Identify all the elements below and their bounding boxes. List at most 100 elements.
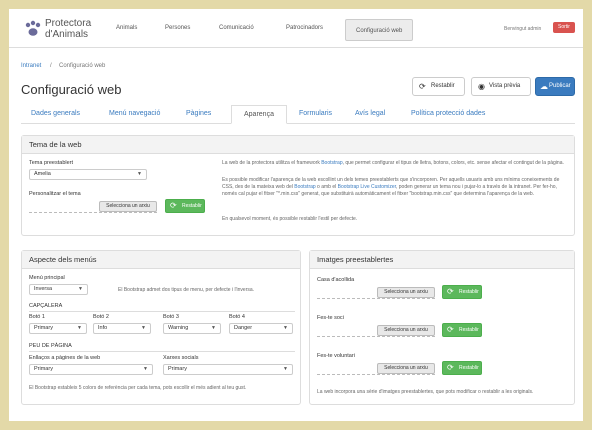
image-fes-te-soci-upload-button[interactable]: Selecciona un arxiu bbox=[377, 325, 435, 336]
refresh-icon: ⟳ bbox=[419, 82, 426, 91]
tab-dades-generals[interactable]: Dades generals bbox=[31, 110, 80, 117]
custom-theme-upload-button[interactable]: Selecciona un arxiu bbox=[99, 201, 157, 212]
vista-previa-button[interactable]: ◉ Vista prèvia bbox=[471, 77, 531, 96]
tab-formularis[interactable]: Formularis bbox=[299, 110, 332, 117]
eye-icon: ◉ bbox=[478, 82, 485, 91]
tab-aparenca[interactable]: Aparença bbox=[231, 105, 287, 124]
refresh-icon: ⟳ bbox=[447, 287, 454, 296]
chevron-down-icon: ▼ bbox=[283, 325, 288, 331]
button3-label: Botó 3 bbox=[163, 314, 179, 320]
theme-desc-1b: , que permet configurar el tipus de llet… bbox=[342, 160, 564, 166]
tab-menu-navegacio[interactable]: Menú navegació bbox=[109, 110, 160, 117]
image-casa-acollida-upload-button[interactable]: Selecciona un arxiu bbox=[377, 287, 435, 298]
nav-configuracio-web[interactable]: Configuració web bbox=[345, 19, 414, 41]
chevron-down-icon: ▼ bbox=[143, 366, 148, 372]
logo-text-line1: Protectora bbox=[45, 18, 92, 29]
header-section-title: CAPÇALERA bbox=[29, 303, 63, 309]
theme-description-3: En qualsevol moment, és possible restabl… bbox=[222, 216, 358, 222]
logout-button[interactable]: Sortir bbox=[553, 22, 575, 33]
button1-select[interactable]: Primary ▼ bbox=[29, 323, 87, 334]
button3-value: Warning bbox=[168, 325, 189, 331]
restablir-button[interactable]: ⟳ Restablir bbox=[412, 77, 465, 96]
refresh-icon: ⟳ bbox=[170, 201, 177, 210]
preset-theme-value: Amelia bbox=[34, 171, 51, 177]
theme-description-2: Es possible modificar l'aparença de la w… bbox=[222, 177, 568, 198]
preset-theme-select[interactable]: Amelia ▼ bbox=[29, 169, 147, 180]
vista-previa-label: Vista prèvia bbox=[489, 83, 521, 89]
breadcrumb-intranet[interactable]: Intranet bbox=[21, 63, 41, 69]
welcome-text: Benvingut admin bbox=[504, 26, 542, 32]
image-casa-acollida-file-input[interactable]: Selecciona un arxiu bbox=[317, 285, 435, 299]
image-fes-te-voluntari-reset-label: Restablir bbox=[459, 365, 479, 371]
button2-select[interactable]: Info ▼ bbox=[93, 323, 151, 334]
theme-reset-label: Restablir bbox=[182, 203, 202, 209]
footer-section-title: PEU DE PÀGINA bbox=[29, 343, 72, 349]
social-links-label: Xarxes socials bbox=[163, 355, 199, 361]
breadcrumb-separator: / bbox=[50, 63, 52, 69]
preset-theme-label: Tema preestablert bbox=[29, 160, 74, 166]
logo-text-line2: d'Animals bbox=[45, 29, 89, 40]
page-title: Configuració web bbox=[21, 82, 122, 97]
custom-theme-file-input[interactable]: Selecciona un arxiu bbox=[29, 199, 157, 213]
image-fes-te-voluntari-reset-button[interactable]: ⟳ Restablir bbox=[442, 361, 482, 375]
menus-panel: Aspecte dels menús Menú principal Invers… bbox=[21, 250, 301, 405]
button1-value: Primary bbox=[34, 325, 53, 331]
tab-politica-proteccio-dades[interactable]: Política protecció dades bbox=[411, 110, 485, 117]
button4-value: Danger bbox=[234, 325, 253, 331]
image-fes-te-soci-file-input[interactable]: Selecciona un arxiu bbox=[317, 323, 435, 337]
theme-desc-1a: La web de la protectora utilitza el fram… bbox=[222, 160, 322, 166]
theme-reset-button[interactable]: ⟳ Restablir bbox=[165, 199, 205, 213]
publicar-label: Publicar bbox=[549, 83, 571, 89]
restablir-button-label: Restablir bbox=[431, 83, 455, 89]
refresh-icon: ⟳ bbox=[447, 363, 454, 372]
image-casa-acollida-label: Casa d'acollida bbox=[317, 277, 355, 283]
images-help: La web incorpora una sèrie d'imatges pre… bbox=[317, 389, 534, 395]
nav-persones[interactable]: Persones bbox=[165, 25, 190, 31]
header-section-divider bbox=[29, 311, 295, 312]
footer-help: El Bootstrap estableix 5 colors de refer… bbox=[29, 385, 247, 391]
button2-label: Botó 2 bbox=[93, 314, 109, 320]
bootstrap-link-2[interactable]: Bootstrap bbox=[294, 184, 315, 190]
button3-select[interactable]: Warning ▼ bbox=[163, 323, 221, 334]
main-menu-help: El Bootstrap admet dos tipus de menu, pe… bbox=[118, 287, 255, 293]
image-fes-te-soci-reset-button[interactable]: ⟳ Restablir bbox=[442, 323, 482, 337]
cloud-upload-icon: ☁ bbox=[540, 82, 548, 91]
footer-links-value: Primary bbox=[34, 366, 53, 372]
tabs-divider bbox=[21, 123, 575, 124]
image-fes-te-voluntari-label: Fes-te voluntari bbox=[317, 353, 355, 359]
nav-comunicacio[interactable]: Comunicació bbox=[219, 25, 254, 31]
paw-logo-icon bbox=[25, 20, 41, 36]
social-links-select[interactable]: Primary ▼ bbox=[163, 364, 293, 375]
image-fes-te-voluntari-file-input[interactable]: Selecciona un arxiu bbox=[317, 361, 435, 375]
images-panel: Imatges preestablertes Casa d'acollida S… bbox=[309, 250, 575, 405]
app-window: Protectora d'Animals Animals Persones Co… bbox=[9, 9, 583, 421]
theme-panel: Tema de la web Tema preestablert Amelia … bbox=[21, 135, 575, 236]
image-fes-te-voluntari-upload-button[interactable]: Selecciona un arxiu bbox=[377, 363, 435, 374]
main-menu-select[interactable]: Inversa ▼ bbox=[29, 284, 88, 295]
theme-panel-title: Tema de la web bbox=[22, 136, 574, 154]
button4-select[interactable]: Danger ▼ bbox=[229, 323, 293, 334]
footer-section-divider bbox=[29, 351, 295, 352]
nav-animals[interactable]: Animals bbox=[116, 25, 137, 31]
button1-label: Botó 1 bbox=[29, 314, 45, 320]
footer-links-label: Enllaços a pàgines de la web bbox=[29, 355, 101, 361]
image-casa-acollida-reset-button[interactable]: ⟳ Restablir bbox=[442, 285, 482, 299]
chevron-down-icon: ▼ bbox=[141, 325, 146, 331]
tab-pagines[interactable]: Pàgines bbox=[186, 110, 211, 117]
button2-value: Info bbox=[98, 325, 108, 331]
top-navbar: Protectora d'Animals Animals Persones Co… bbox=[9, 9, 583, 48]
images-panel-title: Imatges preestablertes bbox=[310, 251, 574, 269]
chevron-down-icon: ▼ bbox=[137, 171, 142, 177]
bootstrap-live-customizer-link[interactable]: Bootstrap Live Customizer bbox=[338, 184, 396, 190]
tab-avis-legal[interactable]: Avís legal bbox=[355, 110, 385, 117]
chevron-down-icon: ▼ bbox=[283, 366, 288, 372]
bootstrap-link[interactable]: Bootstrap bbox=[321, 160, 342, 166]
footer-links-select[interactable]: Primary ▼ bbox=[29, 364, 153, 375]
nav-patrocinadors[interactable]: Patrocinadors bbox=[286, 25, 323, 31]
image-fes-te-soci-reset-label: Restablir bbox=[459, 327, 479, 333]
image-fes-te-soci-label: Fes-te soci bbox=[317, 315, 344, 321]
publicar-button[interactable]: ☁ Publicar bbox=[535, 77, 575, 96]
theme-desc-2b: o amb el bbox=[315, 184, 338, 190]
logo[interactable]: Protectora d'Animals bbox=[23, 19, 103, 41]
custom-theme-label: Personalitzar el tema bbox=[29, 191, 81, 197]
